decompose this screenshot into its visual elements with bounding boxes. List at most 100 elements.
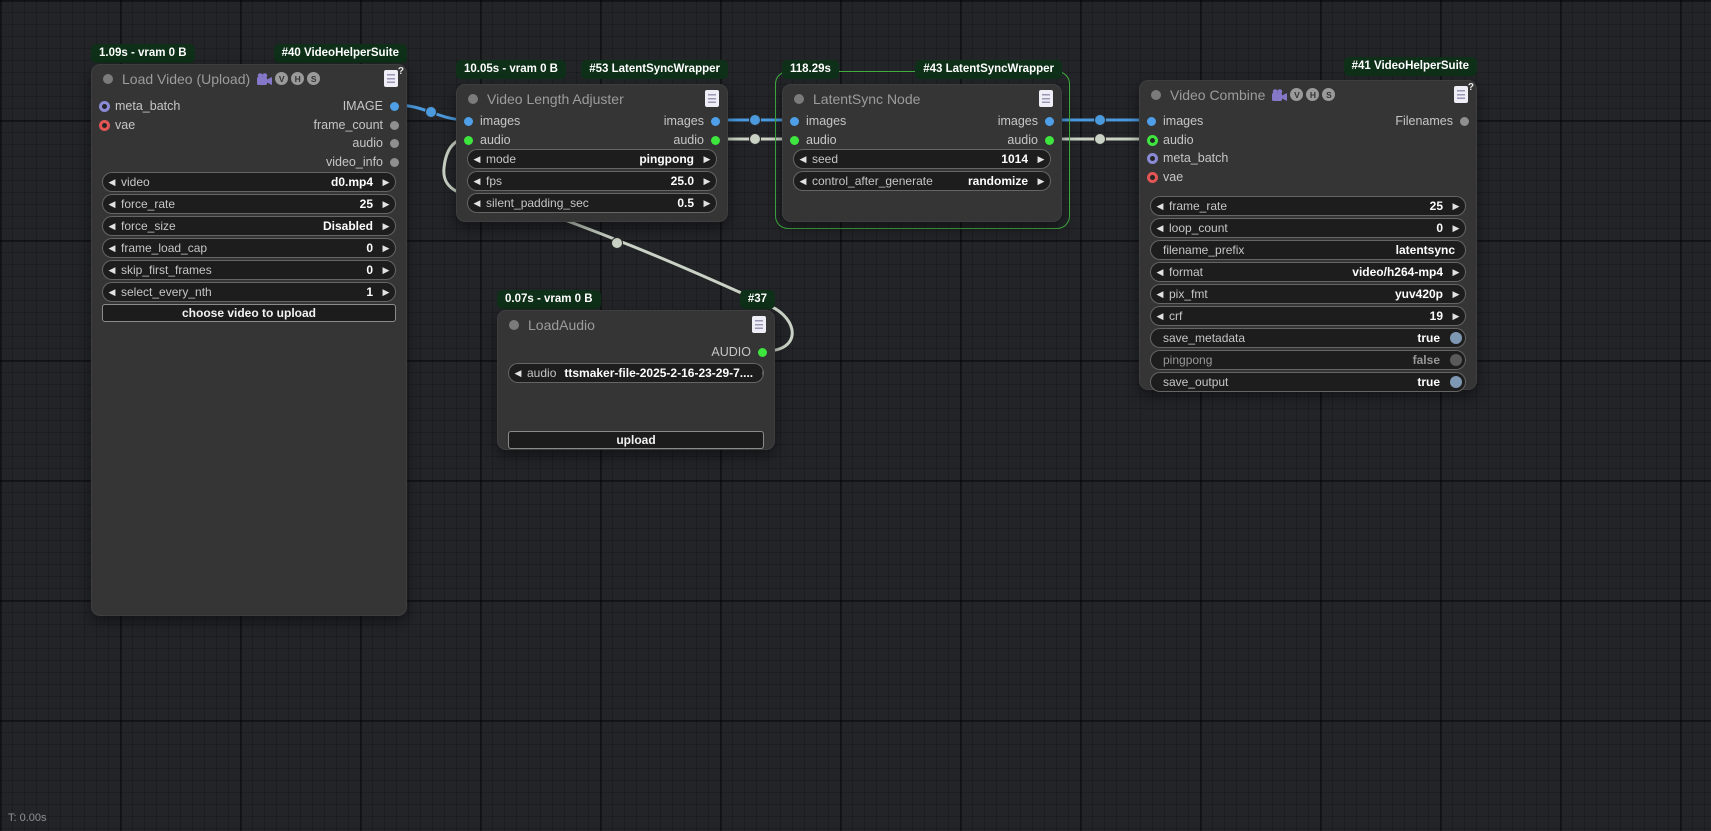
widget-skip-first-frames[interactable]: skip_first_frames 0 (102, 260, 396, 280)
increment-arrow-icon[interactable] (1447, 267, 1465, 278)
increment-arrow-icon[interactable] (1032, 176, 1050, 187)
node-docs-icon[interactable] (1039, 90, 1053, 107)
collapse-dot-icon[interactable] (468, 93, 478, 104)
widget-loop-count[interactable]: loop_count 0 (1150, 218, 1466, 238)
collapse-dot-icon[interactable] (103, 73, 113, 84)
widget-audio-file[interactable]: audio ttsmaker-file-2025-2-16-23-29-7...… (508, 363, 764, 383)
reroute-dot[interactable] (749, 114, 761, 126)
widget-silent-padding-sec[interactable]: silent_padding_sec 0.5 (467, 193, 717, 213)
node-header[interactable]: Load Video (Upload) V H S ? (92, 65, 406, 92)
decrement-arrow-icon[interactable] (103, 177, 121, 188)
widget-crf[interactable]: crf 19 (1150, 306, 1466, 326)
collapse-dot-icon[interactable] (509, 319, 519, 330)
output-slot-audio[interactable]: AUDIO (711, 344, 767, 360)
input-slot-audio[interactable]: audio (1147, 132, 1194, 148)
increment-arrow-icon[interactable] (1447, 289, 1465, 300)
reroute-dot[interactable] (1094, 133, 1106, 145)
widget-format[interactable]: format video/h264-mp4 (1150, 262, 1466, 282)
increment-arrow-icon[interactable] (698, 176, 716, 187)
decrement-arrow-icon[interactable] (103, 243, 121, 254)
output-slot-images[interactable]: images (664, 113, 720, 129)
widget-seed[interactable]: seed 1014 (793, 149, 1051, 169)
decrement-arrow-icon[interactable] (468, 198, 486, 209)
node-header[interactable]: LatentSync Node (783, 85, 1061, 112)
increment-arrow-icon[interactable] (1447, 201, 1465, 212)
input-slot-images[interactable]: images (1147, 113, 1203, 129)
widget-pix-fmt[interactable]: pix_fmt yuv420p (1150, 284, 1466, 304)
decrement-arrow-icon[interactable] (794, 176, 812, 187)
decrement-arrow-icon[interactable] (794, 154, 812, 165)
toggle-knob[interactable] (1450, 354, 1462, 366)
widget-force-rate[interactable]: force_rate 25 (102, 194, 396, 214)
decrement-arrow-icon[interactable] (1151, 311, 1169, 322)
output-slot-video-info[interactable]: video_info (326, 154, 399, 170)
widget-frame-rate[interactable]: frame_rate 25 (1150, 196, 1466, 216)
increment-arrow-icon[interactable] (377, 287, 395, 298)
increment-arrow-icon[interactable] (377, 221, 395, 232)
decrement-arrow-icon[interactable] (103, 221, 121, 232)
increment-arrow-icon[interactable] (1447, 311, 1465, 322)
increment-arrow-icon[interactable] (698, 154, 716, 165)
input-slot-meta-batch[interactable]: meta_batch (99, 98, 180, 114)
input-slot-images[interactable]: images (464, 113, 520, 129)
widget-frame-load-cap[interactable]: frame_load_cap 0 (102, 238, 396, 258)
decrement-arrow-icon[interactable] (468, 176, 486, 187)
graph-canvas[interactable]: 1.09s - vram 0 B #40 VideoHelperSuite Lo… (0, 0, 1711, 831)
output-slot-audio[interactable]: audio (673, 132, 720, 148)
decrement-arrow-icon[interactable] (1151, 267, 1169, 278)
node-video-combine[interactable]: Video Combine V H S ? images audio meta_… (1139, 80, 1477, 392)
node-docs-icon[interactable] (705, 90, 719, 107)
toggle-knob[interactable] (1450, 376, 1462, 388)
input-slot-vae[interactable]: vae (99, 117, 135, 133)
collapse-dot-icon[interactable] (1151, 89, 1161, 100)
widget-force-size[interactable]: force_size Disabled (102, 216, 396, 236)
input-slot-meta-batch[interactable]: meta_batch (1147, 150, 1228, 166)
output-slot-audio[interactable]: audio (352, 135, 399, 151)
increment-arrow-icon[interactable] (698, 198, 716, 209)
node-docs-icon[interactable]: ? (1454, 82, 1474, 103)
increment-arrow-icon[interactable] (1032, 154, 1050, 165)
widget-pingpong[interactable]: pingpong false (1150, 350, 1466, 370)
output-slot-image[interactable]: IMAGE (343, 98, 399, 114)
widget-select-every-nth[interactable]: select_every_nth 1 (102, 282, 396, 302)
decrement-arrow-icon[interactable] (103, 287, 121, 298)
input-slot-audio[interactable]: audio (790, 132, 837, 148)
widget-control-after-generate[interactable]: control_after_generate randomize (793, 171, 1051, 191)
node-load-audio[interactable]: LoadAudio AUDIO audio ttsmaker-file-2025… (497, 310, 775, 450)
increment-arrow-icon[interactable] (377, 243, 395, 254)
node-header[interactable]: Video Length Adjuster (457, 85, 727, 112)
widget-save-metadata[interactable]: save_metadata true (1150, 328, 1466, 348)
decrement-arrow-icon[interactable] (103, 265, 121, 276)
increment-arrow-icon[interactable] (377, 265, 395, 276)
output-slot-filenames[interactable]: Filenames (1395, 113, 1469, 129)
increment-arrow-icon[interactable] (377, 199, 395, 210)
widget-fps[interactable]: fps 25.0 (467, 171, 717, 191)
decrement-arrow-icon[interactable] (1151, 289, 1169, 300)
decrement-arrow-icon[interactable] (468, 154, 486, 165)
increment-arrow-icon[interactable] (757, 368, 763, 379)
node-docs-icon[interactable] (752, 316, 766, 333)
reroute-dot[interactable] (425, 106, 437, 118)
output-slot-frame-count[interactable]: frame_count (314, 117, 399, 133)
decrement-arrow-icon[interactable] (1151, 201, 1169, 212)
reroute-dot[interactable] (749, 133, 761, 145)
node-docs-icon[interactable]: ? (384, 66, 404, 87)
toggle-knob[interactable] (1450, 332, 1462, 344)
widget-save-output[interactable]: save_output true (1150, 372, 1466, 392)
decrement-arrow-icon[interactable] (1151, 223, 1169, 234)
node-video-length-adjuster[interactable]: Video Length Adjuster images audio image… (456, 84, 728, 222)
increment-arrow-icon[interactable] (1447, 223, 1465, 234)
decrement-arrow-icon[interactable] (509, 368, 527, 379)
widget-mode[interactable]: mode pingpong (467, 149, 717, 169)
input-slot-audio[interactable]: audio (464, 132, 511, 148)
decrement-arrow-icon[interactable] (103, 199, 121, 210)
input-slot-images[interactable]: images (790, 113, 846, 129)
upload-audio-button[interactable]: upload (508, 431, 764, 449)
widget-video[interactable]: video d0.mp4 (102, 172, 396, 192)
reroute-dot[interactable] (611, 237, 623, 249)
node-load-video[interactable]: Load Video (Upload) V H S ? meta_batch v… (91, 64, 407, 616)
output-slot-images[interactable]: images (998, 113, 1054, 129)
node-header[interactable]: Video Combine V H S ? (1140, 81, 1476, 108)
input-slot-vae[interactable]: vae (1147, 169, 1183, 185)
widget-filename-prefix[interactable]: filename_prefix latentsync (1150, 240, 1466, 260)
